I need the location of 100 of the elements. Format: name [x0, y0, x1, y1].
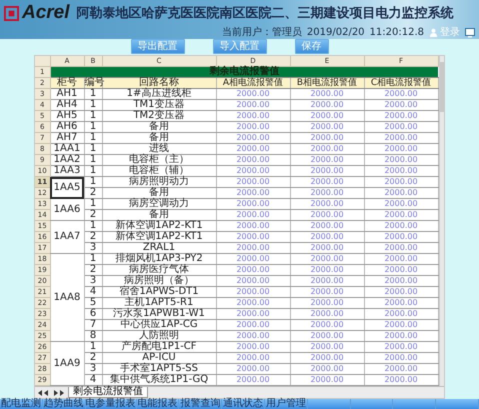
table-cell: 3	[84, 276, 102, 286]
table-cell: 病房空调动力	[102, 198, 216, 210]
nav-tab[interactable]: 通讯状态	[222, 399, 265, 409]
table-cell: 2000.00	[216, 144, 290, 154]
table-cell: 2000.00	[290, 308, 364, 320]
table-cell: 2000.00	[290, 188, 364, 198]
table-cell: 2000.00	[364, 298, 438, 308]
table-cell: 病房医疗气体	[102, 264, 216, 276]
table-cell: 6	[84, 308, 102, 320]
table-cell: 2	[84, 232, 102, 242]
time-text: 11:20:12.8	[370, 28, 424, 38]
table-cell: 2000.00	[290, 110, 364, 122]
table-cell: 宿舍1APWS-DT1	[102, 286, 216, 298]
nav-tab[interactable]: 报警查询	[179, 399, 222, 409]
table-cell: 2000.00	[216, 220, 290, 232]
table-cell: 2000.00	[290, 154, 364, 166]
table-cell: 1AA1	[50, 144, 84, 154]
table-cell: 2000.00	[364, 342, 438, 352]
table-cell: 2000.00	[364, 276, 438, 286]
nav-tab[interactable]: 用户管理	[264, 399, 308, 409]
table-cell: 2000.00	[290, 176, 364, 188]
table-cell: 2000.00	[290, 264, 364, 276]
date-text: 2019/02/20	[306, 28, 365, 38]
table-cell: 2000.00	[216, 132, 290, 144]
table-cell: 1AA5	[50, 176, 84, 198]
table-cell: 1	[84, 166, 102, 176]
table-header-cell: A相电流报警值	[216, 78, 290, 88]
table-cell: 2000.00	[216, 242, 290, 254]
table-cell: 5	[84, 298, 102, 308]
table-cell: 新体空调1AP2-KT1	[102, 232, 216, 242]
table-cell: 2000.00	[290, 220, 364, 232]
table-cell: 2000.00	[216, 198, 290, 210]
table-cell: 2000.00	[290, 276, 364, 286]
nav-tab[interactable]: 配电监测	[0, 399, 43, 409]
table-cell: 2000.00	[364, 166, 438, 176]
table-cell: 2000.00	[364, 176, 438, 188]
table-cell: 备用	[102, 210, 216, 220]
table-cell: 2000.00	[290, 100, 364, 110]
table-cell: 2000.00	[290, 166, 364, 176]
system-title: 阿勒泰地区哈萨克医医院南区医院二、三期建设项目电力监控系统	[76, 4, 454, 22]
table-cell: 1	[84, 154, 102, 166]
table-cell: 2000.00	[216, 286, 290, 298]
table-cell: 备用	[102, 122, 216, 132]
table-cell: 病房照明（备）	[102, 276, 216, 286]
table-header-cell: C相电流报警值	[364, 78, 438, 88]
table-cell: 2000.00	[290, 232, 364, 242]
table-cell: 2000.00	[364, 198, 438, 210]
table-cell: 2000.00	[290, 342, 364, 352]
table-cell: 2000.00	[216, 320, 290, 330]
table-cell: 2000.00	[216, 364, 290, 374]
sheet-title-cell: 剩余电流报警值	[50, 66, 438, 78]
table-cell: 2000.00	[290, 364, 364, 374]
table-cell: AH7	[50, 132, 84, 144]
table-cell: 2000.00	[216, 88, 290, 100]
table-cell: 2000.00	[216, 154, 290, 166]
table-cell: 2000.00	[364, 144, 438, 154]
table-cell: 2000.00	[290, 254, 364, 264]
table-cell: 2000.00	[364, 286, 438, 298]
table-cell: 1#高压进线柜	[102, 88, 216, 100]
table-cell: 8	[84, 330, 102, 342]
table-cell: AH4	[50, 100, 84, 110]
table-cell: 2	[84, 264, 102, 276]
table-cell: 2000.00	[364, 188, 438, 198]
table-cell: 2000.00	[364, 220, 438, 232]
table-cell: 2000.00	[216, 264, 290, 276]
table-cell: 2000.00	[216, 308, 290, 320]
nav-tab[interactable]: 趋势曲线	[42, 399, 86, 409]
nav-tab[interactable]: 电参量报表	[86, 399, 137, 409]
table-cell: 1	[84, 254, 102, 264]
table-cell: 备用	[102, 132, 216, 144]
table-cell: 2000.00	[216, 122, 290, 132]
table-cell: 1	[84, 122, 102, 132]
table-cell: 2000.00	[364, 352, 438, 364]
nav-tab[interactable]: 电能报表	[136, 399, 180, 409]
table-cell: 2	[84, 352, 102, 364]
table-cell: 2000.00	[216, 298, 290, 308]
table-cell: 人防照明	[102, 330, 216, 342]
table-cell: 2000.00	[290, 286, 364, 298]
table-cell: 2000.00	[290, 298, 364, 308]
table-cell: 2000.00	[216, 166, 290, 176]
sheet-tab[interactable]: 剩余电流报警值	[68, 387, 148, 398]
table-cell: 2000.00	[364, 88, 438, 100]
table-header-cell: 柜号	[50, 78, 84, 88]
sheet-navigation-icon[interactable]	[37, 388, 65, 396]
table-cell: 电容柜（主）	[102, 154, 216, 166]
table-cell: 3	[84, 364, 102, 374]
table-cell: 2	[84, 210, 102, 220]
table-cell: 2000.00	[364, 232, 438, 242]
table-cell: 4	[84, 286, 102, 298]
vertical-scrollbar[interactable]	[438, 56, 444, 386]
table-cell: 3	[84, 242, 102, 254]
table-cell: 2000.00	[290, 210, 364, 220]
table-cell: 病房照明动力	[102, 176, 216, 188]
monitor-icon[interactable]	[465, 28, 475, 38]
table-cell: ZRAL1	[102, 242, 216, 254]
table-cell: 2000.00	[216, 210, 290, 220]
table-cell: 2000.00	[216, 232, 290, 242]
table-cell: 2000.00	[216, 254, 290, 264]
current-user: 当前用户：管理员	[222, 28, 302, 38]
table-cell: 2000.00	[290, 122, 364, 132]
